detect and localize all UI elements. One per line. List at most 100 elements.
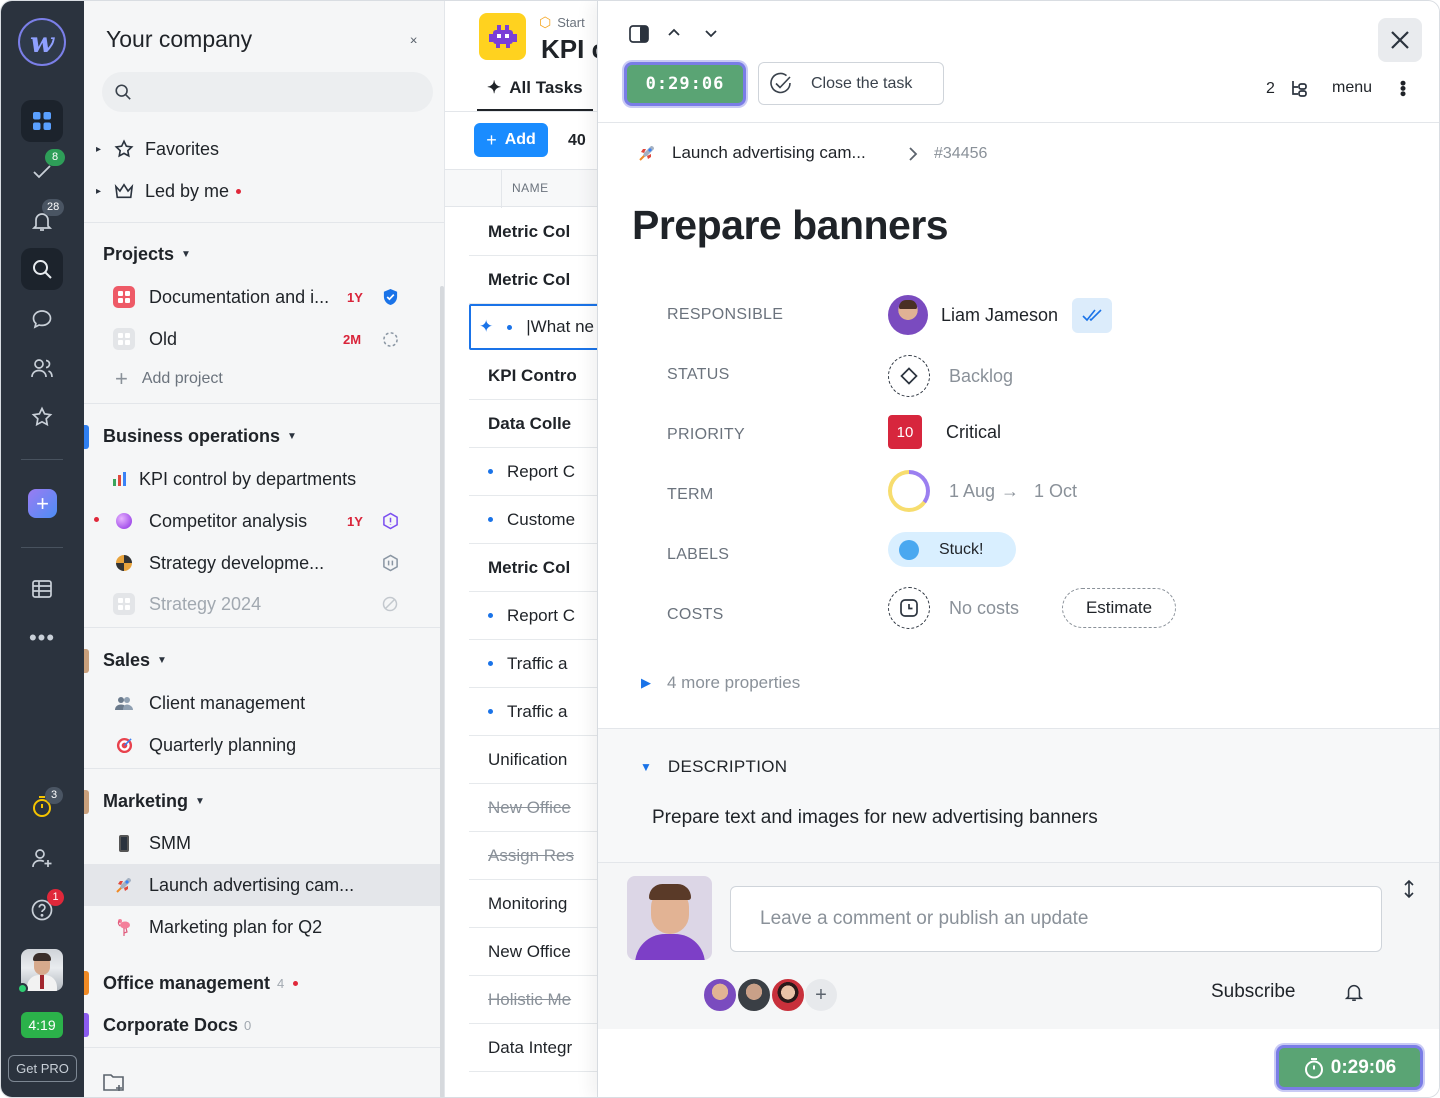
- previous-task-icon[interactable]: [666, 25, 682, 46]
- sidebar-item-project[interactable]: Quarterly planning: [84, 725, 444, 765]
- task-row[interactable]: Data Colle: [469, 400, 597, 448]
- new-folder-icon[interactable]: [102, 1071, 126, 1097]
- status-field[interactable]: Backlog: [888, 355, 1013, 397]
- sidebar-item-project[interactable]: Competitor analysis 1Y: [84, 501, 444, 541]
- search-icon: [115, 84, 131, 100]
- task-title[interactable]: Prepare banners: [632, 202, 949, 249]
- dashboard-icon[interactable]: [21, 100, 63, 142]
- subscriber-avatar[interactable]: [736, 977, 772, 1013]
- get-pro-button[interactable]: Get PRO: [8, 1055, 77, 1082]
- column-header-name[interactable]: NAME: [512, 181, 549, 195]
- sidebar-item-project[interactable]: Old 2M: [84, 319, 444, 359]
- more-properties-toggle[interactable]: ▶ 4 more properties: [641, 673, 800, 693]
- task-row[interactable]: Custome: [469, 496, 597, 544]
- tab-all-tasks[interactable]: ✦ All Tasks: [477, 67, 593, 111]
- labels-field[interactable]: Stuck!: [888, 532, 1016, 567]
- task-row[interactable]: Metric Col: [469, 544, 597, 592]
- collapse-sidebar-icon[interactable]: ›‹: [410, 31, 417, 47]
- close-task-button[interactable]: Close the task: [758, 62, 944, 105]
- estimate-button[interactable]: Estimate: [1062, 588, 1177, 628]
- task-row[interactable]: New Office: [469, 784, 597, 832]
- sidebar-item-favorites[interactable]: ▸ Favorites: [84, 129, 444, 169]
- sidebar-item-project[interactable]: Marketing plan for Q2: [84, 907, 444, 947]
- sidebar-item-label: Old: [149, 328, 178, 349]
- task-row[interactable]: Report C: [469, 448, 597, 496]
- section-marketing[interactable]: Marketing ▼: [84, 781, 444, 821]
- more-icon[interactable]: •••: [21, 617, 63, 659]
- toggle-layout-icon[interactable]: [629, 25, 649, 48]
- description-text[interactable]: Prepare text and images for new advertis…: [652, 807, 1098, 829]
- sidebar-item-project[interactable]: Documentation and i... 1Y: [84, 277, 444, 317]
- task-id[interactable]: #34456: [934, 145, 987, 163]
- breadcrumb[interactable]: ⬡ Start: [539, 14, 585, 31]
- task-row-label: New Office: [488, 941, 571, 961]
- search-icon[interactable]: [21, 248, 63, 290]
- chat-icon[interactable]: [21, 298, 63, 340]
- subscriber-avatar[interactable]: [770, 977, 806, 1013]
- section-sales[interactable]: Sales ▼: [84, 640, 444, 680]
- task-row[interactable]: Monitoring: [469, 880, 597, 928]
- sidebar-item-led-by-me[interactable]: ▸ Led by me: [84, 171, 444, 211]
- responsible-field[interactable]: Liam Jameson: [888, 295, 1113, 335]
- task-row[interactable]: Assign Res: [469, 832, 597, 880]
- user-avatar[interactable]: [21, 949, 63, 991]
- section-projects[interactable]: Projects ▼: [84, 234, 444, 274]
- expand-vertical-icon[interactable]: [1402, 879, 1416, 904]
- task-row[interactable]: Traffic a: [469, 640, 597, 688]
- comment-input[interactable]: Leave a comment or publish an update: [730, 886, 1382, 952]
- priority-field[interactable]: 10 Critical: [888, 415, 1001, 449]
- description-toggle[interactable]: ▼ DESCRIPTION: [640, 757, 787, 777]
- task-row[interactable]: Data Integr: [469, 1024, 597, 1072]
- timer-button[interactable]: 0:29:06: [624, 62, 746, 106]
- task-row[interactable]: Unification: [469, 736, 597, 784]
- task-row-label: Data Colle: [488, 413, 572, 433]
- sidebar-search-input[interactable]: [102, 72, 433, 112]
- sidebar-item-project[interactable]: SMM: [84, 823, 444, 863]
- menu-button[interactable]: menu •••: [1332, 79, 1413, 97]
- property-label: PRIORITY: [667, 426, 745, 443]
- section-corporate-docs[interactable]: Corporate Docs 0: [84, 1005, 444, 1045]
- priority-badge: 10: [888, 415, 922, 449]
- sidebar-item-project[interactable]: Strategy 2024: [84, 584, 444, 624]
- sidebar-item-project[interactable]: Client management: [84, 683, 444, 723]
- close-panel-button[interactable]: [1378, 18, 1422, 62]
- task-row[interactable]: KPI Contro: [469, 352, 597, 400]
- subscribe-button[interactable]: Subscribe: [1211, 981, 1364, 1003]
- timer-button-bottom[interactable]: 0:29:06: [1276, 1045, 1423, 1090]
- add-user-icon[interactable]: [21, 837, 63, 879]
- sidebar-item-project-active[interactable]: Launch advertising cam...: [84, 865, 444, 905]
- task-row-label: KPI Contro: [488, 365, 577, 385]
- sidebar-scrollbar[interactable]: [440, 286, 444, 1097]
- add-task-button[interactable]: + Add: [474, 123, 548, 157]
- section-business-operations[interactable]: Business operations ▼: [84, 416, 444, 456]
- star-icon[interactable]: [21, 396, 63, 438]
- next-task-icon[interactable]: [703, 25, 719, 46]
- people-icon[interactable]: [21, 347, 63, 389]
- sidebar-item-label: Launch advertising cam...: [149, 874, 355, 895]
- add-project-button[interactable]: + Add project: [84, 359, 444, 399]
- task-row[interactable]: Metric Col: [469, 208, 597, 256]
- parent-task-link[interactable]: Launch advertising cam...: [638, 143, 866, 163]
- term-field[interactable]: 1 Aug → 1 Oct: [888, 470, 1077, 512]
- label-chip[interactable]: Stuck!: [888, 532, 1016, 567]
- task-row[interactable]: Report C: [469, 592, 597, 640]
- hexagon-status-icon: [381, 512, 399, 530]
- task-row-label: New Office: [488, 797, 571, 817]
- task-row[interactable]: New Office: [469, 928, 597, 976]
- add-subscriber-button[interactable]: +: [805, 979, 837, 1011]
- task-row[interactable]: Metric Col: [469, 256, 597, 304]
- subscriber-avatar[interactable]: [702, 977, 738, 1013]
- chevron-right-icon: [906, 146, 920, 167]
- create-button[interactable]: +: [28, 489, 57, 518]
- table-icon[interactable]: [21, 568, 63, 610]
- costs-field[interactable]: No costs Estimate: [888, 587, 1177, 629]
- sidebar-item-project[interactable]: KPI control by departments: [84, 459, 444, 499]
- logo[interactable]: w: [18, 18, 66, 66]
- task-row[interactable]: Traffic a: [469, 688, 597, 736]
- subtasks-button[interactable]: 2: [1266, 79, 1309, 99]
- section-office-management[interactable]: Office management 4: [84, 963, 444, 1003]
- double-check-icon[interactable]: [1072, 297, 1113, 333]
- sidebar-item-project[interactable]: Strategy developme...: [84, 543, 444, 583]
- task-row[interactable]: Holistic Me: [469, 976, 597, 1024]
- task-row-editing[interactable]: ✦ |What ne: [469, 304, 597, 350]
